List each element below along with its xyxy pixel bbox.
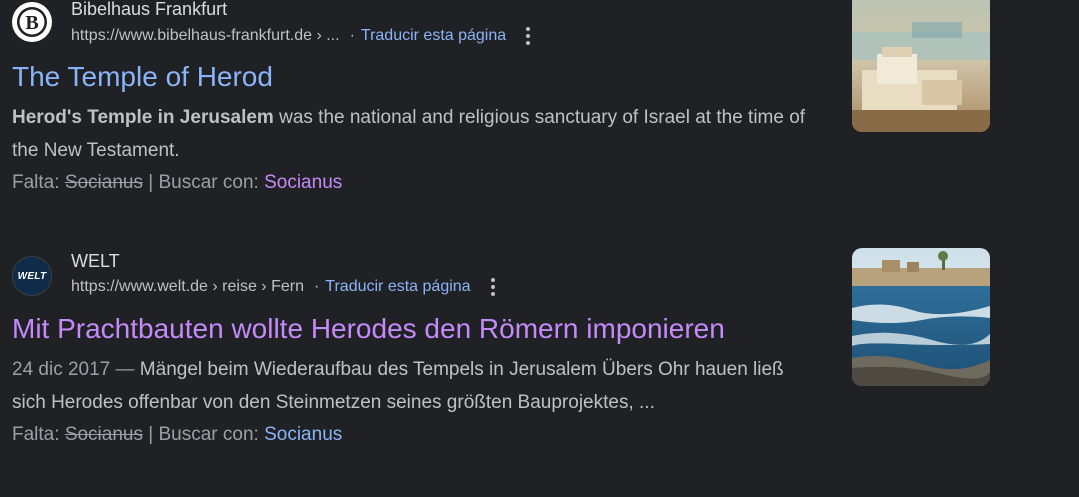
- search-with-link[interactable]: Socianus: [264, 424, 342, 445]
- welt-logo: WELT: [17, 270, 47, 282]
- more-options-icon[interactable]: [490, 278, 495, 296]
- missing-label: Falta:: [12, 424, 60, 445]
- more-options-icon[interactable]: [526, 27, 531, 45]
- separator-dot: ·: [313, 278, 320, 295]
- site-url[interactable]: https://www.bibelhaus-frankfurt.de › ...: [71, 26, 340, 46]
- missing-terms: Falta: Socianus | Buscar con: Socianus: [12, 421, 1012, 449]
- translate-link[interactable]: Traducir esta página: [325, 277, 470, 297]
- svg-text:B: B: [25, 12, 38, 34]
- result-date: 24 dic 2017 —: [12, 359, 135, 380]
- missing-term: Socianus: [64, 172, 143, 193]
- search-with-label: | Buscar con:: [148, 424, 259, 445]
- site-name[interactable]: Bibelhaus Frankfurt: [71, 0, 530, 20]
- missing-term: Socianus: [64, 424, 143, 445]
- site-name[interactable]: WELT: [71, 250, 495, 272]
- missing-terms: Falta: Socianus | Buscar con: Socianus: [12, 169, 1012, 197]
- result-thumbnail[interactable]: [852, 248, 990, 386]
- bible-b-icon: B: [17, 7, 47, 37]
- result-snippet: Herod's Temple in Jerusalem was the nati…: [12, 101, 822, 167]
- temple-model-image: [852, 0, 990, 132]
- translate-link[interactable]: Traducir esta página: [361, 26, 506, 46]
- missing-label: Falta:: [12, 172, 60, 193]
- search-with-link[interactable]: Socianus: [264, 172, 342, 193]
- coast-ruins-image: [852, 248, 990, 386]
- site-favicon[interactable]: B: [12, 2, 52, 42]
- snippet-highlight: Herod's Temple in Jerusalem: [12, 107, 274, 128]
- separator-dot: ·: [349, 27, 355, 44]
- site-url[interactable]: https://www.welt.de › reise › Fern: [71, 277, 304, 297]
- result-thumbnail[interactable]: [852, 0, 990, 132]
- result-snippet: 24 dic 2017 — Mängel beim Wiederaufbau d…: [12, 353, 822, 419]
- search-with-label: | Buscar con:: [148, 172, 259, 193]
- site-favicon[interactable]: WELT: [12, 256, 52, 296]
